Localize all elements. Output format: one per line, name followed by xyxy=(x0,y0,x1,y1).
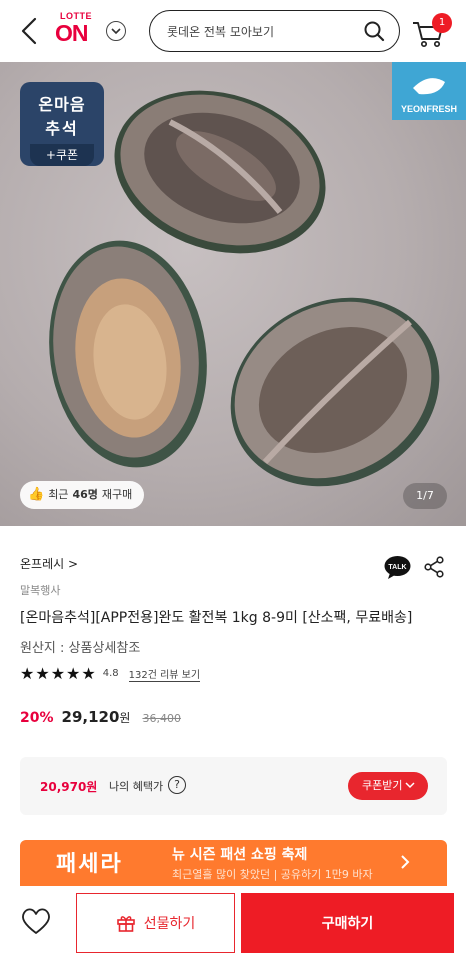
coupon-button-label: 쿠폰받기 xyxy=(362,779,403,792)
repurchase-badge: 👍 최근 46명 재구매 xyxy=(20,481,145,509)
help-question-icon[interactable]: ? xyxy=(168,776,186,794)
image-pager: 1/7 xyxy=(403,483,447,509)
gift-button[interactable]: 선물하기 xyxy=(76,893,235,953)
buy-button[interactable]: 구매하기 xyxy=(241,893,454,953)
back-arrow-icon[interactable] xyxy=(16,16,44,46)
sale-price: 29,120원 xyxy=(62,708,131,726)
store-link[interactable]: 온프레시 > xyxy=(20,555,78,572)
brand-name: YEONFRESH xyxy=(400,104,457,114)
buy-button-label: 구매하기 xyxy=(321,916,374,932)
talk-chat-icon[interactable]: TALK xyxy=(384,555,411,579)
benefit-price: 20,970원 xyxy=(40,780,98,794)
star-icon: ★ xyxy=(35,664,50,683)
star-icon: ★ xyxy=(50,664,66,683)
origin-value: 상품상세참조 xyxy=(68,641,141,656)
cart-count-badge: 1 xyxy=(432,13,452,33)
promo-line-2: 추석 xyxy=(45,119,79,138)
chevron-down-icon xyxy=(405,782,415,789)
price-row: 20% 29,120원 36,400 xyxy=(20,708,181,726)
promo-banner[interactable]: 패세라 뉴 시즌 패션 쇼핑 축제 최근열흘 많이 찾았던 | 공유하기 1만9… xyxy=(20,840,447,886)
origin-row: 원산지 : 상품상세참조 xyxy=(20,637,140,656)
lotte-on-logo[interactable]: LOTTE ON xyxy=(55,11,99,51)
sale-price-value: 29,120 xyxy=(61,708,120,726)
service-menu-chevron-icon[interactable] xyxy=(106,21,126,41)
search-input[interactable]: 롯데온 전복 모아보기 xyxy=(149,10,400,52)
heart-wishlist-icon[interactable] xyxy=(20,906,52,936)
banner-brand: 패세라 xyxy=(56,852,123,877)
product-image[interactable]: 온마음 추석 +쿠폰 YEONFRESH 👍 최근 46명 재구매 1/7 xyxy=(0,62,466,526)
chuseok-promo-badge: 온마음 추석 +쿠폰 xyxy=(20,82,104,166)
share-icon[interactable] xyxy=(423,556,445,578)
seller-tag: 말복행사 xyxy=(20,584,61,597)
search-input-text: 롯데온 전복 모아보기 xyxy=(167,25,274,39)
star-icon: ★ xyxy=(20,664,35,683)
svg-text:TALK: TALK xyxy=(388,564,406,571)
repurchase-count: 46명 xyxy=(72,488,98,501)
gift-icon xyxy=(116,916,135,932)
promo-line-1: 온마음 xyxy=(38,95,86,114)
benefit-label: 나의 혜택가 xyxy=(109,780,164,793)
discount-rate: 20% xyxy=(20,710,54,726)
yeonfresh-logo: YEONFRESH xyxy=(392,62,466,120)
price-currency: 원 xyxy=(119,711,131,725)
my-benefit-box: 20,970원 나의 혜택가 ? 쿠폰받기 xyxy=(20,757,447,815)
review-link[interactable]: 132건 리뷰 보기 xyxy=(128,666,201,682)
star-icon: ★ xyxy=(66,664,81,683)
bottom-action-bar: 선물하기 구매하기 xyxy=(0,886,466,959)
get-coupon-button[interactable]: 쿠폰받기 xyxy=(348,772,428,800)
star-icon: ★ xyxy=(81,664,96,683)
thumbs-up-icon: 👍 xyxy=(28,487,45,502)
promo-coupon-label: +쿠폰 xyxy=(30,144,94,166)
rating-stars: ★★★★★ xyxy=(20,664,97,683)
banner-headline: 뉴 시즌 패션 쇼핑 축제 xyxy=(172,847,308,863)
chevron-right-icon xyxy=(401,855,410,869)
logo-on-text: ON xyxy=(55,20,88,46)
rating-score: 4.8 xyxy=(102,668,119,679)
gift-button-label: 선물하기 xyxy=(143,916,196,932)
banner-subtext: 최근열흘 많이 찾았던 | 공유하기 1만9 바자 xyxy=(172,868,373,881)
rating-row: ★★★★★ 4.8 132건 리뷰 보기 xyxy=(20,664,201,683)
repurchase-prefix: 최근 xyxy=(48,488,69,501)
brand-leaf-icon xyxy=(413,78,445,95)
origin-label: 원산지 : xyxy=(20,641,65,656)
product-title: [온마음추석][APP전용]완도 활전복 1kg 8-9미 [산소팩, 무료배송… xyxy=(20,610,413,626)
search-icon[interactable] xyxy=(363,20,385,42)
original-price: 36,400 xyxy=(142,712,181,725)
top-header: LOTTE ON 롯데온 전복 모아보기 1 xyxy=(0,0,466,62)
repurchase-suffix: 재구매 xyxy=(101,488,133,501)
